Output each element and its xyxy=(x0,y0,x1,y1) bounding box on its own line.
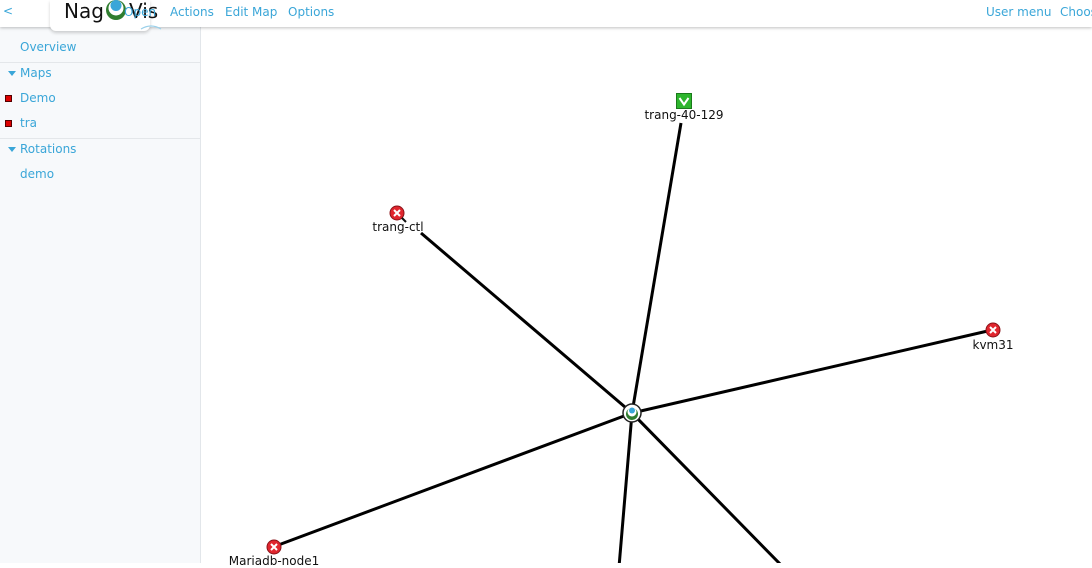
menu-actions[interactable]: Actions xyxy=(170,5,214,19)
link-line xyxy=(420,231,633,415)
back-chevron-icon[interactable]: < xyxy=(3,4,13,18)
expand-triangle-icon xyxy=(8,147,16,152)
map-state-critical-icon xyxy=(5,95,12,102)
node-label[interactable]: Mariadb-node1 xyxy=(229,554,319,568)
node-label[interactable]: trang-40-129 xyxy=(644,108,723,122)
sidebar-item-label: Overview xyxy=(20,40,77,54)
sidebar-item-label: Demo xyxy=(20,91,56,105)
node-label[interactable]: kvm31 xyxy=(972,338,1013,352)
sidebar-section-label: Rotations xyxy=(20,142,77,156)
link-line xyxy=(631,328,993,415)
choose-menu[interactable]: Choos xyxy=(1060,5,1092,19)
hub-icon[interactable] xyxy=(622,403,642,423)
logo-arc-icon xyxy=(140,25,162,30)
sidebar-section-label: Maps xyxy=(20,66,52,80)
logo-text-nag: Nag xyxy=(64,0,104,23)
map-canvas: trang-40-129 trang-ctl kvm31 Mariadb-nod… xyxy=(201,27,1092,568)
menu-edit-map[interactable]: Edit Map xyxy=(225,5,277,19)
link-line xyxy=(272,411,633,549)
sidebar-item-map-demo[interactable]: Demo xyxy=(0,88,200,110)
sidebar-item-label: tra xyxy=(20,116,37,130)
node-label[interactable]: trang-ctl xyxy=(372,220,423,234)
host-down-icon[interactable] xyxy=(985,322,1001,338)
sidebar-item-label: demo xyxy=(20,167,55,181)
sidebar-item-map-tra[interactable]: tra xyxy=(0,113,200,135)
host-ok-icon[interactable] xyxy=(676,93,692,109)
link-line xyxy=(630,122,683,414)
sidebar-item-rotation-demo[interactable]: demo xyxy=(0,164,200,186)
sidebar-item-overview[interactable]: Overview xyxy=(0,37,200,59)
sidebar-section-maps[interactable]: Maps xyxy=(0,63,200,85)
expand-triangle-icon xyxy=(8,71,16,76)
user-menu[interactable]: User menu xyxy=(986,5,1051,19)
top-header: < Nag Vis Open Actions Edit Map Options … xyxy=(0,0,1092,31)
host-down-icon[interactable] xyxy=(266,539,282,555)
sidebar-section-rotations[interactable]: Rotations xyxy=(0,139,200,161)
sidebar: Overview Maps Demo tra Rotations demo xyxy=(0,27,201,563)
link-line xyxy=(617,412,634,563)
menu-open[interactable]: Open xyxy=(124,5,156,19)
menu-options[interactable]: Options xyxy=(288,5,334,19)
link-line xyxy=(630,411,782,563)
map-state-critical-icon xyxy=(5,120,12,127)
